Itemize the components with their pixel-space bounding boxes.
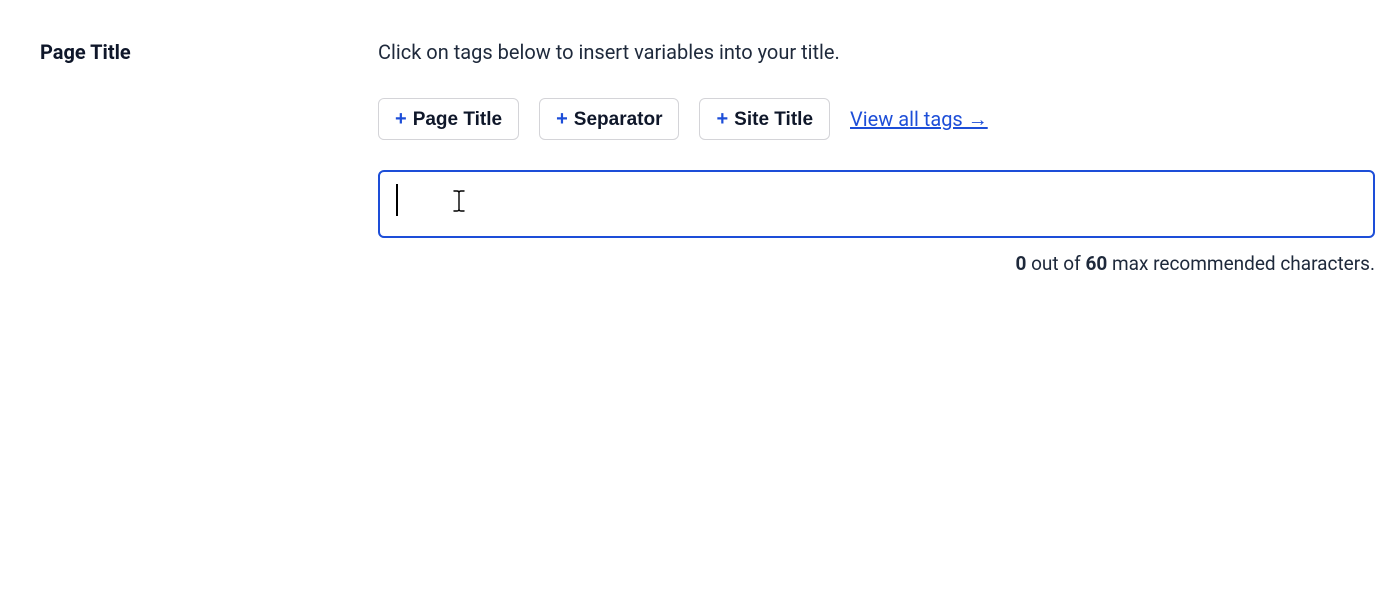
section-heading: Page Title — [40, 40, 378, 64]
tag-button-page-title[interactable]: + Page Title — [378, 98, 519, 140]
title-input-wrapper — [378, 170, 1375, 238]
plus-icon: + — [556, 109, 568, 129]
char-count-text1: out of — [1026, 252, 1085, 275]
tag-button-separator[interactable]: + Separator — [539, 98, 679, 140]
view-all-tags-link[interactable]: View all tags → — [850, 107, 988, 132]
hint-text: Click on tags below to insert variables … — [378, 40, 1375, 64]
char-count-current: 0 — [1015, 252, 1026, 275]
character-counter: 0 out of 60 max recommended characters. — [378, 252, 1375, 275]
page-title-input[interactable] — [378, 170, 1375, 238]
tag-label: Page Title — [413, 110, 502, 129]
char-count-text2: max recommended characters. — [1107, 252, 1375, 275]
tag-label: Separator — [574, 110, 663, 129]
char-count-max: 60 — [1085, 252, 1107, 275]
content-column: Click on tags below to insert variables … — [378, 40, 1375, 275]
tag-label: Site Title — [734, 110, 813, 129]
tag-button-site-title[interactable]: + Site Title — [699, 98, 830, 140]
tag-row: + Page Title + Separator + Site Title Vi… — [378, 98, 1375, 140]
plus-icon: + — [716, 109, 728, 129]
label-column: Page Title — [40, 40, 378, 275]
page-title-section: Page Title Click on tags below to insert… — [0, 0, 1400, 275]
plus-icon: + — [395, 109, 407, 129]
